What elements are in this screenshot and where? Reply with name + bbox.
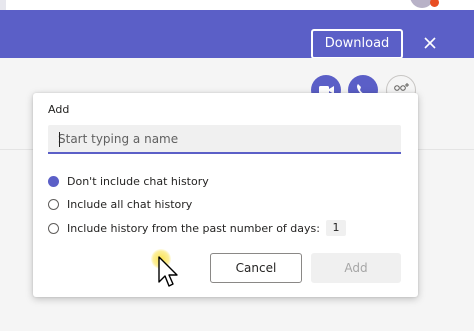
option-no-history[interactable]: Don't include chat history bbox=[48, 173, 209, 189]
option-days-history-label: Include history from the past number of … bbox=[67, 221, 320, 235]
download-button[interactable]: Download bbox=[311, 29, 403, 59]
dialog-title: Add bbox=[48, 103, 70, 116]
name-search-input[interactable] bbox=[48, 125, 401, 154]
text-cursor bbox=[59, 132, 60, 147]
presence-indicator bbox=[430, 0, 439, 7]
radio-no-history[interactable] bbox=[48, 175, 59, 187]
header-banner: Download bbox=[0, 10, 474, 59]
add-people-dialog: Add Don't include chat history Include a… bbox=[33, 93, 418, 297]
option-no-history-label: Don't include chat history bbox=[67, 174, 209, 188]
add-button[interactable]: Add bbox=[311, 253, 401, 283]
mouse-pointer-icon bbox=[158, 256, 182, 292]
cancel-button[interactable]: Cancel bbox=[210, 253, 302, 283]
close-icon[interactable] bbox=[419, 32, 441, 54]
app-top-bar bbox=[0, 0, 474, 10]
radio-all-history[interactable] bbox=[48, 198, 59, 210]
radio-days-history[interactable] bbox=[48, 222, 59, 234]
option-days-history[interactable]: Include history from the past number of … bbox=[48, 220, 346, 236]
option-all-history-label: Include all chat history bbox=[67, 197, 193, 211]
option-all-history[interactable]: Include all chat history bbox=[48, 196, 192, 212]
search-box-edge[interactable] bbox=[0, 0, 6, 10]
days-count-input[interactable]: 1 bbox=[325, 220, 346, 236]
